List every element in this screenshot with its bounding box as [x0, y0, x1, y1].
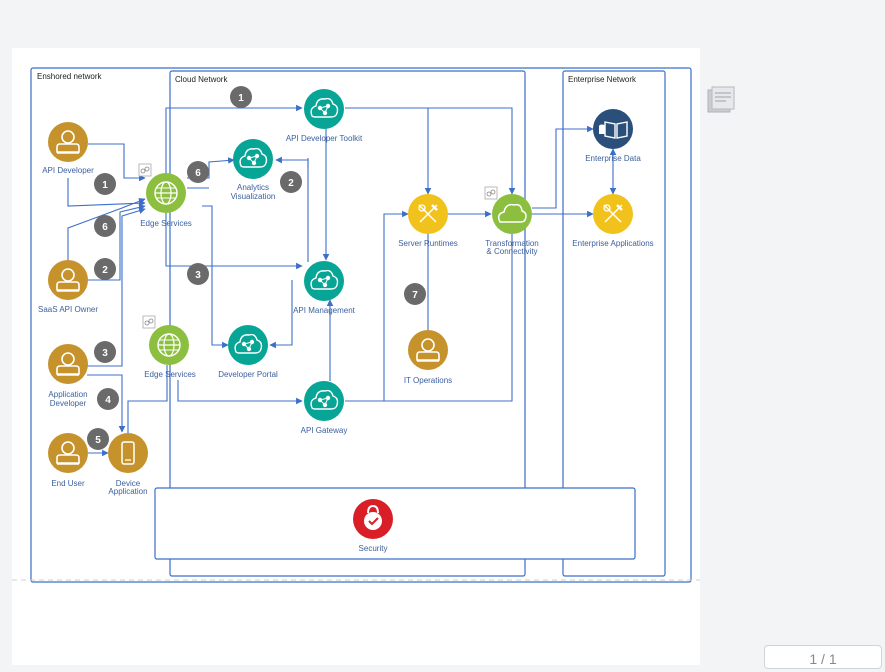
svg-text:1: 1	[238, 93, 244, 104]
node-api-gateway[interactable]: API Gateway	[301, 381, 348, 435]
step-badge: 4	[97, 388, 119, 410]
zone-cloud-label: Cloud Network	[175, 75, 228, 84]
node-device-application[interactable]: Device Application	[108, 433, 148, 496]
link-icon	[142, 315, 156, 329]
application-developer-label-2: Developer	[50, 399, 87, 408]
node-api-developer-toolkit[interactable]: API Developer Toolkit	[286, 89, 363, 143]
diagram-canvas: Enshored network Cloud Network Enterpris…	[12, 48, 700, 665]
step-badge: 6	[187, 161, 209, 183]
node-enterprise-applications[interactable]: Enterprise Applications	[572, 194, 654, 248]
api-developer-toolkit-label: API Developer Toolkit	[286, 134, 363, 143]
step-badge: 1	[94, 173, 116, 195]
page-indicator: 1 / 1	[764, 645, 882, 669]
step-badge: 3	[94, 341, 116, 363]
step-badge: 2	[94, 258, 116, 280]
security-box	[154, 487, 636, 560]
step-badge: 6	[94, 215, 116, 237]
security-label: Security	[359, 544, 388, 553]
node-enterprise-data[interactable]: Enterprise Data	[585, 109, 641, 163]
it-operations-label: IT Operations	[404, 376, 452, 385]
svg-text:4: 4	[105, 395, 111, 406]
svg-text:1: 1	[102, 180, 108, 191]
node-end-user[interactable]: End User	[48, 433, 88, 488]
note-icon[interactable]	[706, 86, 736, 116]
svg-text:3: 3	[195, 270, 201, 281]
node-api-management[interactable]: API Management	[293, 261, 356, 315]
svg-text:2: 2	[288, 178, 294, 189]
link-icon	[484, 186, 498, 200]
application-developer-label-1: Application	[48, 390, 87, 399]
analytics-label-2: Visualization	[231, 192, 276, 201]
api-management-label: API Management	[293, 306, 356, 315]
node-analytics-visualization[interactable]: Analytics Visualization	[231, 139, 276, 201]
svg-text:6: 6	[102, 222, 108, 233]
node-developer-portal[interactable]: Developer Portal	[218, 325, 278, 379]
node-saas-api-owner[interactable]: SaaS API Owner	[38, 260, 98, 314]
api-gateway-label: API Gateway	[301, 426, 348, 435]
zone-onshore-label: Enshored network	[37, 72, 102, 81]
step-badge: 5	[87, 428, 109, 450]
node-transformation-connectivity[interactable]: Transformation & Connectivity	[484, 186, 539, 256]
device-application-label-2: Application	[108, 487, 147, 496]
saas-api-owner-label: SaaS API Owner	[38, 305, 98, 314]
step-badge: 7	[404, 283, 426, 305]
node-it-operations[interactable]: IT Operations	[404, 330, 452, 385]
node-security[interactable]: Security	[353, 499, 393, 553]
server-runtimes-label: Server Runtimes	[398, 239, 458, 248]
enterprise-data-label: Enterprise Data	[585, 154, 641, 163]
node-application-developer[interactable]: Application Developer	[48, 344, 88, 408]
api-developer-label: API Developer	[42, 166, 94, 175]
architecture-diagram: Enshored network Cloud Network Enterpris…	[12, 67, 700, 583]
link-icon	[138, 163, 152, 177]
svg-text:5: 5	[95, 435, 101, 446]
node-edge-services-bottom[interactable]: Edge Services	[142, 315, 196, 379]
edge-services-top-label: Edge Services	[140, 219, 192, 228]
svg-text:7: 7	[412, 290, 418, 301]
transformation-label-2: & Connectivity	[486, 247, 537, 256]
step-badge: 2	[280, 171, 302, 193]
svg-text:3: 3	[102, 348, 108, 359]
node-server-runtimes[interactable]: Server Runtimes	[398, 194, 458, 248]
node-api-developer[interactable]: API Developer	[42, 122, 94, 175]
node-edge-services-top[interactable]: Edge Services	[138, 163, 192, 228]
developer-portal-label: Developer Portal	[218, 370, 278, 379]
svg-text:2: 2	[102, 265, 108, 276]
zone-enterprise-label: Enterprise Network	[568, 75, 637, 84]
end-user-label: End User	[51, 479, 85, 488]
step-badge: 3	[187, 263, 209, 285]
svg-text:6: 6	[195, 168, 201, 179]
edge-services-bottom-label: Edge Services	[144, 370, 196, 379]
step-badge: 1	[230, 86, 252, 108]
enterprise-applications-label: Enterprise Applications	[572, 239, 653, 248]
analytics-label-1: Analytics	[237, 183, 269, 192]
